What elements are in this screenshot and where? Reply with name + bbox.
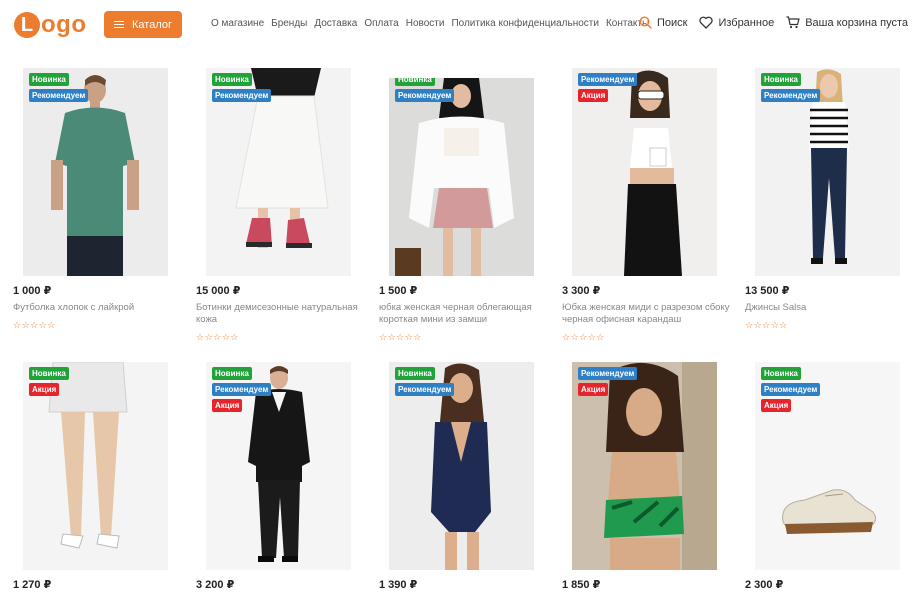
product-name[interactable]: юбка женская черная облегающая короткая … [379, 302, 547, 326]
catalog-button[interactable]: Каталог [104, 11, 182, 38]
badge-list: Рекомендуем Акция [578, 367, 638, 396]
badge-new: Новинка [212, 73, 252, 86]
badge-sale: Акция [29, 383, 60, 396]
menu-icon [114, 20, 124, 29]
product-image[interactable]: Новинка Рекомендуем Акция [755, 362, 900, 570]
catalog-button-label: Каталог [132, 18, 172, 31]
cart-icon [786, 16, 800, 29]
badge-new: Новинка [761, 367, 801, 380]
header: L ogo Каталог О магазине Бренды Доставка… [0, 0, 922, 50]
product-price: 3 200 ₽ [196, 579, 235, 591]
rating-stars[interactable]: ☆☆☆☆☆ [379, 332, 422, 342]
nav-about[interactable]: О магазине [211, 18, 264, 29]
badge-recommended: Рекомендуем [29, 89, 89, 102]
product-name[interactable]: Ботинки демисезонные натуральная кожа [196, 302, 364, 326]
product-price: 2 300 ₽ [745, 579, 784, 591]
logo[interactable]: L ogo [14, 10, 86, 40]
search-icon [639, 16, 652, 29]
search-button[interactable]: Поиск [639, 16, 687, 29]
badge-list: Новинка Рекомендуем [212, 73, 272, 102]
product-image[interactable]: Рекомендуем Акция [572, 362, 717, 570]
favorites-label: Избранное [718, 16, 775, 29]
product-price: 15 000 ₽ [196, 285, 241, 297]
product-image[interactable]: Новинка Акция [23, 362, 168, 570]
badge-new: Новинка [29, 367, 69, 380]
product-image[interactable]: Новинка Рекомендуем [389, 362, 534, 570]
product-name[interactable]: Юбка женская миди с разрезом сбоку черна… [562, 302, 730, 326]
product-photo-woman-white-blazer [389, 78, 534, 276]
product-name[interactable]: Футболка хлопок с лайкрой [13, 302, 181, 314]
logo-mark: L [14, 12, 40, 38]
badge-recommended: Рекомендуем [395, 383, 455, 396]
product-price: 1 500 ₽ [379, 285, 418, 297]
cart-label: Ваша корзина пуста [805, 16, 908, 29]
badge-sale: Акция [212, 399, 243, 412]
product-image[interactable]: Новинка Рекомендуем [206, 68, 351, 276]
logo-text: ogo [41, 11, 87, 38]
badge-recommended: Рекомендуем [578, 367, 638, 380]
nav-privacy[interactable]: Политика конфиденциальности [451, 18, 599, 29]
rating-stars[interactable]: ☆☆☆☆☆ [562, 332, 605, 342]
nav-delivery[interactable]: Доставка [314, 18, 357, 29]
badge-list: Новинка Рекомендуем Акция [212, 367, 272, 412]
product-price: 1 000 ₽ [13, 285, 52, 297]
badge-sale: Акция [578, 89, 609, 102]
product-price: 13 500 ₽ [745, 285, 790, 297]
badge-recommended: Рекомендуем [761, 89, 821, 102]
badge-list: Новинка Рекомендуем [29, 73, 89, 102]
product-image[interactable]: Новинка Рекомендуем [755, 68, 900, 276]
badge-recommended: Рекомендуем [578, 73, 638, 86]
product-image[interactable]: Новинка Рекомендуем [389, 78, 534, 276]
main-nav: О магазине Бренды Доставка Оплата Новост… [211, 18, 649, 29]
badge-list: Рекомендуем Акция [578, 73, 638, 102]
badge-list: Новинка Рекомендуем [395, 78, 455, 102]
cart-button[interactable]: Ваша корзина пуста [786, 16, 908, 29]
badge-recommended: Рекомендуем [395, 89, 455, 102]
badge-list: Новинка Акция [29, 367, 69, 396]
nav-news[interactable]: Новости [406, 18, 445, 29]
product-price: 1 390 ₽ [379, 579, 418, 591]
rating-stars[interactable]: ☆☆☆☆☆ [13, 320, 56, 330]
badge-new: Новинка [29, 73, 69, 86]
product-image[interactable]: Новинка Рекомендуем [23, 68, 168, 276]
nav-brands[interactable]: Бренды [271, 18, 307, 29]
badge-sale: Акция [578, 383, 609, 396]
badge-new: Новинка [395, 78, 435, 86]
heart-icon [699, 16, 714, 29]
favorites-button[interactable]: Избранное [699, 16, 774, 29]
badge-list: Новинка Рекомендуем Акция [761, 367, 821, 412]
product-price: 3 300 ₽ [562, 285, 601, 297]
badge-list: Новинка Рекомендуем [761, 73, 821, 102]
badge-recommended: Рекомендуем [212, 89, 272, 102]
badge-new: Новинка [761, 73, 801, 86]
badge-recommended: Рекомендуем [212, 383, 272, 396]
rating-stars[interactable]: ☆☆☆☆☆ [196, 332, 239, 342]
product-image[interactable]: Рекомендуем Акция [572, 68, 717, 276]
product-image[interactable]: Новинка Рекомендуем Акция [206, 362, 351, 570]
header-actions: Поиск Избранное Ваша корзина пуста [639, 16, 908, 29]
product-price: 1 270 ₽ [13, 579, 52, 591]
badge-list: Новинка Рекомендуем [395, 367, 455, 396]
badge-new: Новинка [212, 367, 252, 380]
product-price: 1 850 ₽ [562, 579, 601, 591]
badge-recommended: Рекомендуем [761, 383, 821, 396]
search-label: Поиск [656, 16, 688, 29]
rating-stars[interactable]: ☆☆☆☆☆ [745, 320, 788, 330]
product-name[interactable]: Джинсы Salsa [745, 302, 913, 314]
nav-payment[interactable]: Оплата [364, 18, 398, 29]
badge-new: Новинка [395, 367, 435, 380]
badge-sale: Акция [761, 399, 792, 412]
